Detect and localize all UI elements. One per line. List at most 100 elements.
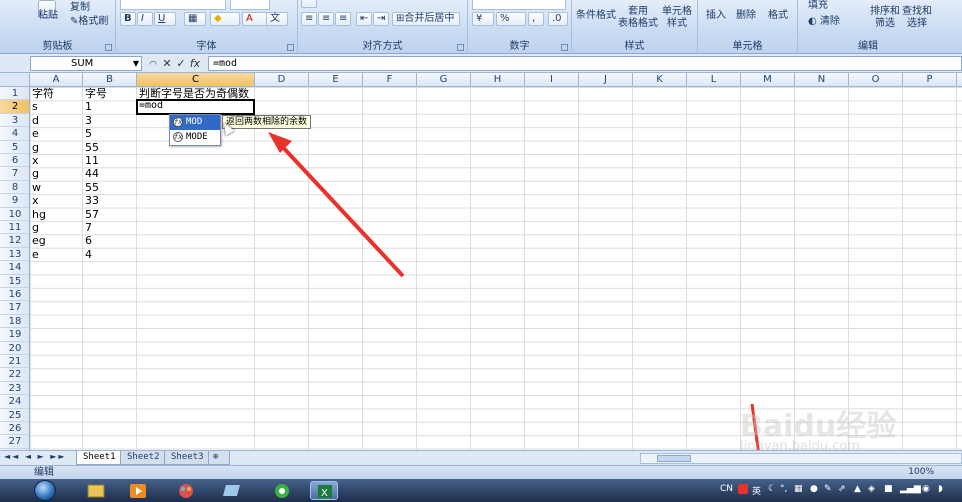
active-cell-c2[interactable]: =mod (136, 99, 255, 115)
cancel-icon[interactable]: ✕ (160, 56, 174, 71)
column-header-j[interactable]: J (579, 73, 633, 86)
cell-b11[interactable]: 7 (83, 221, 92, 234)
find-select-button[interactable]: 查找和 选择 (902, 6, 932, 30)
column-header-g[interactable]: G (417, 73, 471, 86)
share-icon[interactable]: ⇗ (838, 484, 846, 494)
cell-a9[interactable]: x (30, 194, 39, 207)
cell-b13[interactable]: 4 (83, 248, 92, 261)
cell-b7[interactable]: 44 (83, 167, 99, 180)
select-all-corner[interactable] (0, 73, 30, 87)
underline-button[interactable]: U (154, 12, 176, 26)
row-header-13[interactable]: 13 (0, 248, 29, 262)
phonetic-button[interactable]: 文 (266, 12, 288, 26)
formula-expand-icon[interactable]: ◠ (146, 58, 160, 73)
name-box[interactable]: SUM ▼ (30, 56, 142, 71)
row-header-3[interactable]: 3 (0, 114, 29, 128)
column-header-f[interactable]: F (363, 73, 417, 86)
cell-b12[interactable]: 6 (83, 234, 92, 247)
sheet-nav-arrows-icon[interactable]: ◄◄ ◄ ► ►► (4, 452, 67, 461)
cell-b1[interactable]: 字号 (83, 87, 107, 100)
insert-button[interactable]: 插入 (706, 6, 726, 21)
row-header-14[interactable]: 14 (0, 261, 29, 275)
column-header-a[interactable]: A (30, 73, 83, 86)
punctuation-icon[interactable]: °, (780, 484, 787, 494)
tray-language[interactable]: CN (720, 484, 733, 494)
clear-button[interactable]: ◐ 清除 (808, 12, 840, 27)
cell-a10[interactable]: hg (30, 208, 46, 221)
scrollbar-thumb[interactable] (657, 455, 691, 462)
row-header-4[interactable]: 4 (0, 127, 29, 141)
sheet-tab-3[interactable]: Sheet3 (164, 451, 211, 465)
fill-color-button[interactable]: ◆ (210, 12, 240, 26)
taskbar-media[interactable] (124, 481, 152, 500)
expand-tray-icon[interactable]: ▲ (854, 484, 861, 494)
decrease-indent-button[interactable]: ⇤ (356, 12, 372, 26)
row-header-10[interactable]: 10 (0, 208, 29, 221)
cell-a13[interactable]: e (30, 248, 39, 261)
cell-b5[interactable]: 55 (83, 141, 99, 154)
cell-a11[interactable]: g (30, 221, 39, 234)
column-header-e[interactable]: E (309, 73, 363, 86)
column-header-m[interactable]: M (741, 73, 795, 86)
align-left-button[interactable]: ≡ (301, 12, 317, 26)
column-header-n[interactable]: N (795, 73, 849, 86)
column-header-h[interactable]: H (471, 73, 525, 86)
green-app-icon[interactable]: ■ (884, 484, 893, 494)
align-top-button[interactable] (301, 0, 317, 8)
cell-styles-button[interactable]: 单元格 样式 (662, 6, 692, 30)
currency-button[interactable]: ¥ (472, 12, 494, 26)
format-painter-button[interactable]: ✎格式刷 (70, 12, 108, 27)
bold-button[interactable]: B (120, 12, 136, 26)
zoom-level[interactable]: 100% (908, 466, 934, 479)
autocomplete-item-mode[interactable]: fx MODE (170, 130, 220, 145)
align-center-button[interactable]: ≡ (318, 12, 334, 26)
cell-a7[interactable]: g (30, 167, 39, 180)
font-launcher-icon[interactable] (287, 44, 294, 51)
row-header-15[interactable]: 15 (0, 275, 29, 288)
row-header-17[interactable]: 17 (0, 301, 29, 315)
start-button[interactable] (34, 480, 56, 501)
cell-b2[interactable]: 1 (83, 100, 92, 113)
taskbar-excel[interactable]: X (310, 481, 338, 500)
column-header-o[interactable]: O (849, 73, 903, 86)
number-format-combo[interactable] (472, 0, 566, 10)
taskbar-app[interactable] (220, 481, 248, 500)
sheet-tab-1[interactable]: Sheet1 (76, 451, 123, 465)
clipboard-launcher-icon[interactable] (105, 44, 112, 51)
percent-button[interactable]: % (496, 12, 526, 26)
row-header-16[interactable]: 16 (0, 288, 29, 302)
column-header-d[interactable]: D (255, 73, 309, 86)
volume-icon[interactable]: ◗ (938, 484, 943, 494)
sort-filter-button[interactable]: 排序和 筛选 (870, 6, 900, 30)
column-header-i[interactable]: I (525, 73, 579, 86)
row-header-27[interactable]: 27 (0, 435, 29, 449)
increase-indent-button[interactable]: ⇥ (373, 12, 389, 26)
row-header-25[interactable]: 25 (0, 409, 29, 422)
cell-b4[interactable]: 5 (83, 127, 92, 140)
row-header-11[interactable]: 11 (0, 221, 29, 235)
taskbar-explorer[interactable] (82, 481, 110, 500)
cell-a4[interactable]: e (30, 127, 39, 140)
cell-c1[interactable]: 判断字号是否为奇偶数 (137, 87, 249, 100)
row-header-18[interactable]: 18 (0, 315, 29, 329)
format-button[interactable]: 格式 (768, 6, 788, 21)
row-header-22[interactable]: 22 (0, 368, 29, 382)
moon-icon[interactable]: ☾ (768, 484, 776, 494)
row-header-20[interactable]: 20 (0, 342, 29, 355)
alignment-launcher-icon[interactable] (457, 44, 464, 51)
tray-ime-mode[interactable]: 英 (752, 484, 761, 497)
decimal-button[interactable]: .0 (548, 12, 568, 26)
row-header-5[interactable]: 5 (0, 141, 29, 154)
merge-center-button[interactable]: ⊞合并后居中 (392, 12, 460, 26)
number-launcher-icon[interactable] (561, 44, 568, 51)
cell-a3[interactable]: d (30, 114, 39, 127)
enter-icon[interactable]: ✓ (174, 56, 188, 71)
autocomplete-item-mod[interactable]: fx MOD (170, 115, 220, 130)
row-header-19[interactable]: 19 (0, 328, 29, 342)
cell-b3[interactable]: 3 (83, 114, 92, 127)
sogou-ime-icon[interactable] (738, 484, 748, 494)
column-header-l[interactable]: L (687, 73, 741, 86)
align-right-button[interactable]: ≡ (335, 12, 351, 26)
wrench-icon[interactable]: ✎ (824, 484, 832, 494)
cell-a6[interactable]: x (30, 154, 39, 167)
